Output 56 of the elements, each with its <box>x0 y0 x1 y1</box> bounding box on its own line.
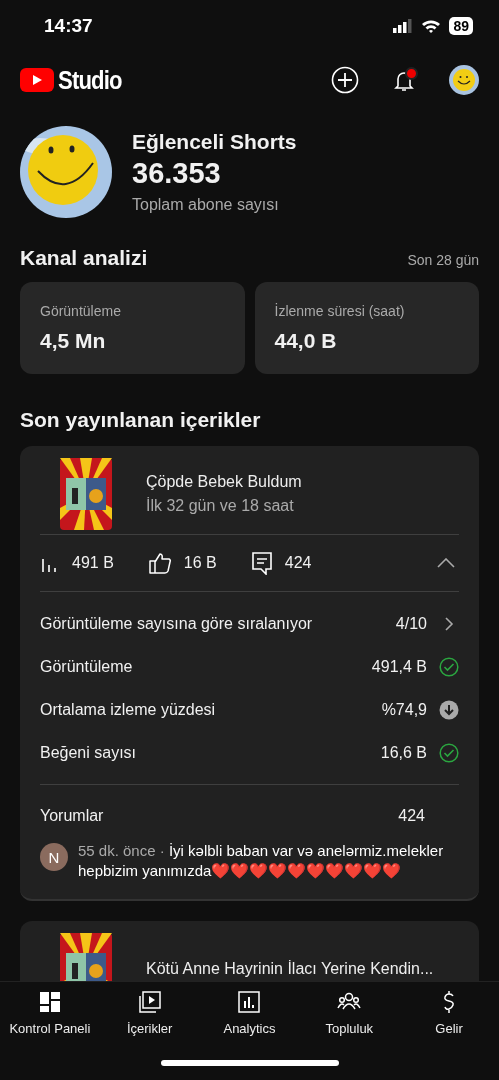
dashboard-icon <box>37 990 62 1014</box>
thumbs-up-icon <box>147 551 172 575</box>
stat-value: 44,0 B <box>274 329 338 353</box>
metric-label: Beğeni sayısı <box>40 743 138 762</box>
stat-card[interactable]: Görüntüleme 4,5 Mn <box>20 282 245 374</box>
down-arrow-circle-icon <box>439 699 459 720</box>
stat-value: 16 B <box>183 554 217 572</box>
metric-value: 4/10 <box>395 614 427 633</box>
logo-text: Studio <box>58 64 122 96</box>
stat-value: 491 B <box>72 554 114 572</box>
metric-label: Ortalama izleme yüzdesi <box>40 700 217 719</box>
create-icon[interactable] <box>331 66 359 94</box>
channel-name: Eğlenceli Shorts <box>132 130 297 154</box>
section-title: Son yayınlanan içerikler <box>20 408 262 432</box>
check-circle-icon <box>439 656 459 677</box>
signal-icon <box>393 19 414 33</box>
account-avatar-icon[interactable] <box>449 65 479 95</box>
stat-label: Görüntüleme <box>40 303 122 319</box>
video-period: İlk 32 gün ve 18 saat <box>146 497 295 515</box>
collapse-button[interactable] <box>437 558 455 568</box>
metric-label: Görüntüleme <box>40 657 134 676</box>
comment-icon <box>250 551 273 575</box>
period-label: Son 28 gün <box>407 252 479 268</box>
metric-label: Görüntüleme sayısına göre sıralanıyor <box>40 614 314 633</box>
comments-label: Yorumlar <box>40 807 104 825</box>
status-time: 14:37 <box>44 15 93 37</box>
stat-value: 4,5 Mn <box>40 329 107 353</box>
nav-tab[interactable]: Topluluk <box>301 990 398 1036</box>
notifications-button[interactable] <box>391 67 417 93</box>
nav-tab[interactable]: İçerikler <box>101 990 198 1036</box>
subscriber-label: Toplam abone sayısı <box>132 196 280 214</box>
subscriber-count: 36.353 <box>132 157 222 190</box>
battery-level: 89 <box>449 17 473 35</box>
video-card[interactable]: Kötü Anne Hayrinin İlacı Yerine Kendin... <box>20 921 479 981</box>
play-logo-icon <box>20 68 54 92</box>
stat-value: 424 <box>284 554 312 572</box>
section-title: Kanal analizi <box>20 246 148 270</box>
caret-icon <box>437 558 455 568</box>
analytics-icon <box>237 990 262 1014</box>
stat-card[interactable]: İzlenme süresi (saat) 44,0 B <box>254 282 479 374</box>
metric-value: 16,6 B <box>380 743 427 762</box>
metric-value: 491,4 B <box>371 657 427 676</box>
video-title: Kötü Anne Hayrinin İlacı Yerine Kendin... <box>146 960 434 978</box>
metric-value: %74,9 <box>381 700 427 719</box>
comment-text: 55 dk. önce · İyi kəlbli baban var və anelərmiz.melekler hepbizim yanımızda❤❤❤❤❤❤❤❤❤❤ <box>78 841 445 881</box>
video-title: Çöpde Bebek Buldum <box>146 473 302 491</box>
check-circle-icon <box>439 742 459 763</box>
nav-tab[interactable]: Gelir <box>401 990 498 1036</box>
wifi-icon <box>421 19 442 33</box>
comments-count: 424 <box>398 807 425 825</box>
video-library-icon <box>137 990 162 1014</box>
video-card[interactable] <box>20 446 479 901</box>
nav-tab[interactable]: Kontrol Paneli <box>1 990 98 1036</box>
nav-tab[interactable]: Analytics <box>201 990 298 1036</box>
stat-label: İzlenme süresi (saat) <box>274 303 406 319</box>
commenter-avatar: N <box>40 843 68 871</box>
